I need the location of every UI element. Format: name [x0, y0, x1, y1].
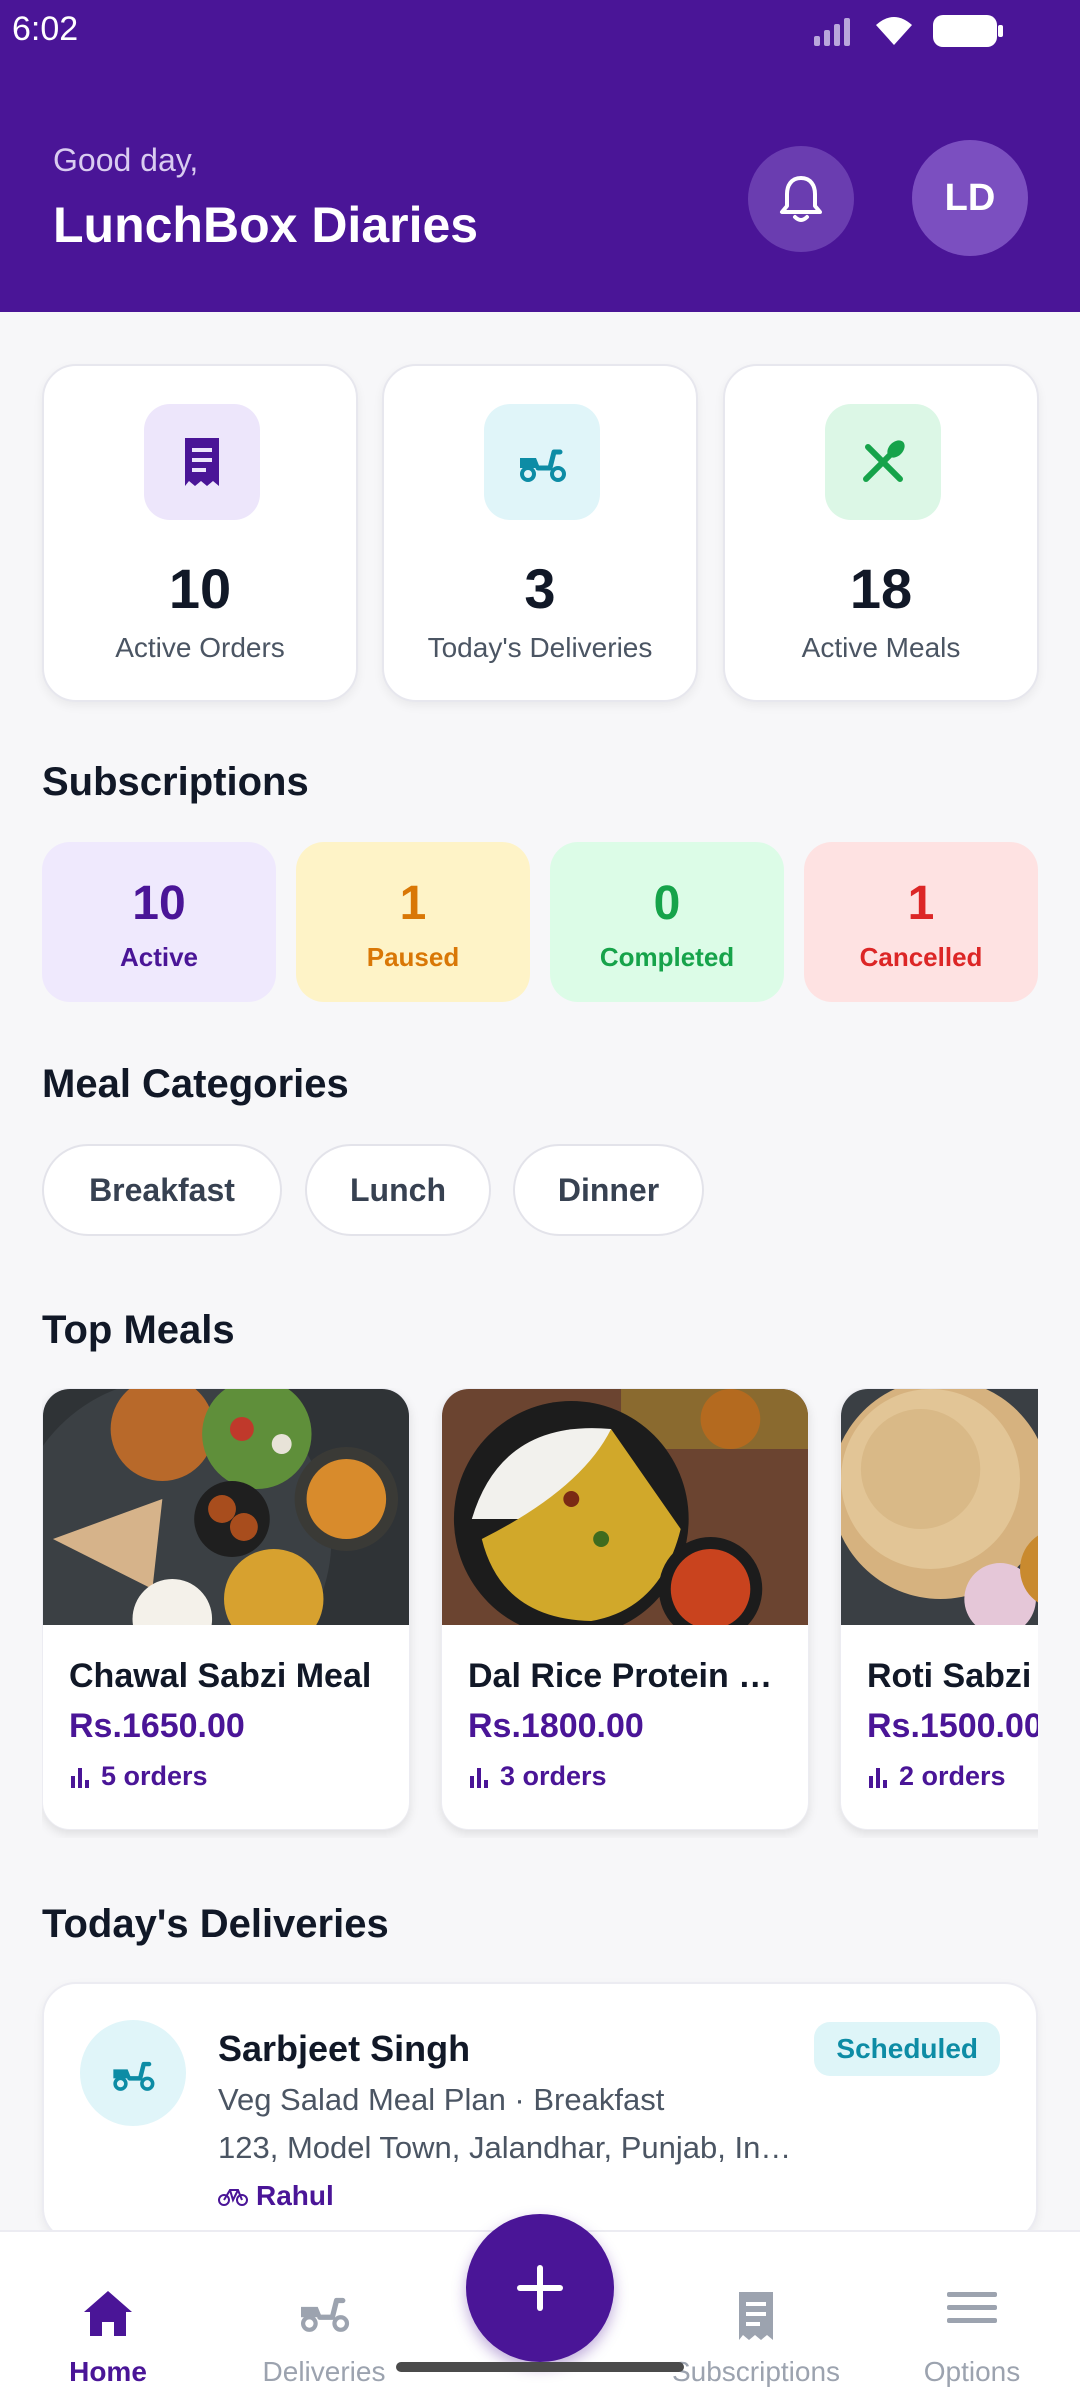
subscription-label: Active: [119, 942, 199, 972]
meal-orders: 2 orders: [867, 1761, 1006, 1792]
meal-price: Rs.1500.00: [867, 1707, 1038, 1745]
greeting-text: Good day,: [53, 142, 199, 178]
meal-name: Roti Sabzi Meal: [867, 1657, 1038, 1695]
category-chip-breakfast[interactable]: Breakfast: [42, 1144, 282, 1236]
subscription-label: Cancelled: [859, 942, 983, 972]
meal-name: Chawal Sabzi Meal: [69, 1657, 372, 1695]
status-badge: Scheduled: [814, 2022, 1000, 2076]
meal-orders: 5 orders: [69, 1761, 208, 1792]
meal-orders-text: 5 orders: [101, 1761, 208, 1791]
subscription-count: 1: [399, 877, 427, 930]
nav-label: Subscriptions: [671, 2356, 841, 2387]
home-icon: [84, 2291, 132, 2336]
page-title: LunchBox Diaries: [53, 197, 479, 253]
category-chip-lunch[interactable]: Lunch: [305, 1144, 491, 1236]
subscription-count: 0: [653, 877, 681, 930]
meal-plan-text: Veg Salad Meal Plan · Breakfast: [218, 2082, 665, 2117]
stat-label: Today's Deliveries: [427, 632, 653, 663]
customer-name: Sarbjeet Singh: [218, 2028, 471, 2069]
stat-label: Active Orders: [115, 632, 285, 663]
scooter-icon: [113, 2061, 155, 2091]
stat-value: 10: [168, 557, 232, 620]
subscriptions-title: Subscriptions: [42, 760, 309, 804]
delivery-card[interactable]: Sarbjeet Singh Veg Salad Meal Plan · Bre…: [42, 1982, 1038, 2242]
meal-categories-title: Meal Categories: [42, 1062, 349, 1106]
status-time: 6:02: [12, 10, 79, 48]
category-chip-dinner[interactable]: Dinner: [513, 1144, 704, 1236]
stat-value: 3: [524, 557, 556, 620]
scooter-icon: [520, 449, 566, 482]
meal-name: Dal Rice Protein …: [468, 1657, 773, 1695]
receipt-icon: [185, 438, 219, 486]
stat-value: 18: [849, 557, 913, 620]
nav-item-deliveries[interactable]: Deliveries: [224, 2232, 424, 2400]
status-bar: 6:02: [0, 0, 1080, 60]
meal-image: [442, 1389, 808, 1625]
battery-icon: [933, 15, 1003, 47]
nav-item-home[interactable]: Home: [8, 2232, 208, 2400]
home-indicator: [396, 2362, 684, 2372]
subscription-count: 1: [907, 877, 935, 930]
meal-orders-text: 3 orders: [500, 1761, 607, 1791]
meal-card[interactable]: Dal Rice Protein … Rs.1800.00 3 orders: [441, 1388, 809, 1830]
meal-card[interactable]: Roti Sabzi Meal Rs.1500.00 2 orders: [840, 1388, 1038, 1830]
app-header: 6:02 Good day, LunchBox Diaries LD: [0, 0, 1080, 312]
plus-icon: [517, 2265, 563, 2311]
bicycle-icon: [218, 2189, 248, 2206]
bar-chart-icon: [470, 1767, 488, 1788]
bell-icon: [780, 176, 822, 222]
avatar[interactable]: LD: [912, 140, 1028, 256]
meal-orders: 3 orders: [468, 1761, 607, 1792]
delivery-address: 123, Model Town, Jalandhar, Punjab, In…: [218, 2130, 792, 2165]
nav-label: Options: [923, 2356, 1021, 2387]
rider-info: Rahul: [218, 2180, 334, 2212]
nav-label: Deliveries: [262, 2356, 386, 2387]
scooter-icon: [301, 2297, 350, 2332]
receipt-icon: [739, 2292, 773, 2340]
stat-icon-container: [484, 404, 600, 520]
stat-card-todays-deliveries[interactable]: 3 Today's Deliveries: [382, 364, 698, 702]
signal-icon: [814, 18, 850, 46]
subscription-label: Completed: [599, 942, 735, 972]
nav-item-options[interactable]: Options: [872, 2232, 1072, 2400]
bar-chart-icon: [71, 1767, 89, 1788]
subscription-count: 10: [132, 877, 186, 930]
delivery-icon-container: [80, 2020, 186, 2126]
meal-orders-text: 2 orders: [899, 1761, 1006, 1791]
top-meals-carousel[interactable]: Chawal Sabzi Meal Rs.1650.00 5 orders Da…: [42, 1388, 1038, 1838]
stat-card-active-orders[interactable]: 10 Active Orders: [42, 364, 358, 702]
todays-deliveries-title: Today's Deliveries: [42, 1902, 389, 1946]
subscription-label: Paused: [366, 942, 460, 972]
notifications-button[interactable]: [748, 146, 854, 252]
subscription-tile-active[interactable]: 10 Active: [42, 842, 276, 1002]
rider-name: Rahul: [256, 2180, 334, 2211]
cutlery-icon: [863, 440, 905, 482]
subscription-tile-paused[interactable]: 1 Paused: [296, 842, 530, 1002]
add-button[interactable]: [466, 2214, 614, 2362]
top-meals-title: Top Meals: [42, 1308, 235, 1352]
bar-chart-icon: [869, 1767, 887, 1788]
stat-label: Active Meals: [801, 632, 961, 663]
menu-icon: [947, 2292, 997, 2323]
meal-price: Rs.1800.00: [468, 1707, 644, 1745]
stat-icon-container: [144, 404, 260, 520]
subscription-tile-completed[interactable]: 0 Completed: [550, 842, 784, 1002]
meal-price: Rs.1650.00: [69, 1707, 245, 1745]
wifi-icon: [876, 17, 912, 45]
meal-image: [841, 1389, 1038, 1625]
meal-card[interactable]: Chawal Sabzi Meal Rs.1650.00 5 orders: [42, 1388, 410, 1830]
meal-image: [43, 1389, 409, 1625]
subscription-tile-cancelled[interactable]: 1 Cancelled: [804, 842, 1038, 1002]
nav-item-subscriptions[interactable]: Subscriptions: [656, 2232, 856, 2400]
stat-card-active-meals[interactable]: 18 Active Meals: [723, 364, 1039, 702]
nav-label: Home: [69, 2356, 147, 2387]
status-icons: [812, 14, 1004, 48]
stat-icon-container: [825, 404, 941, 520]
